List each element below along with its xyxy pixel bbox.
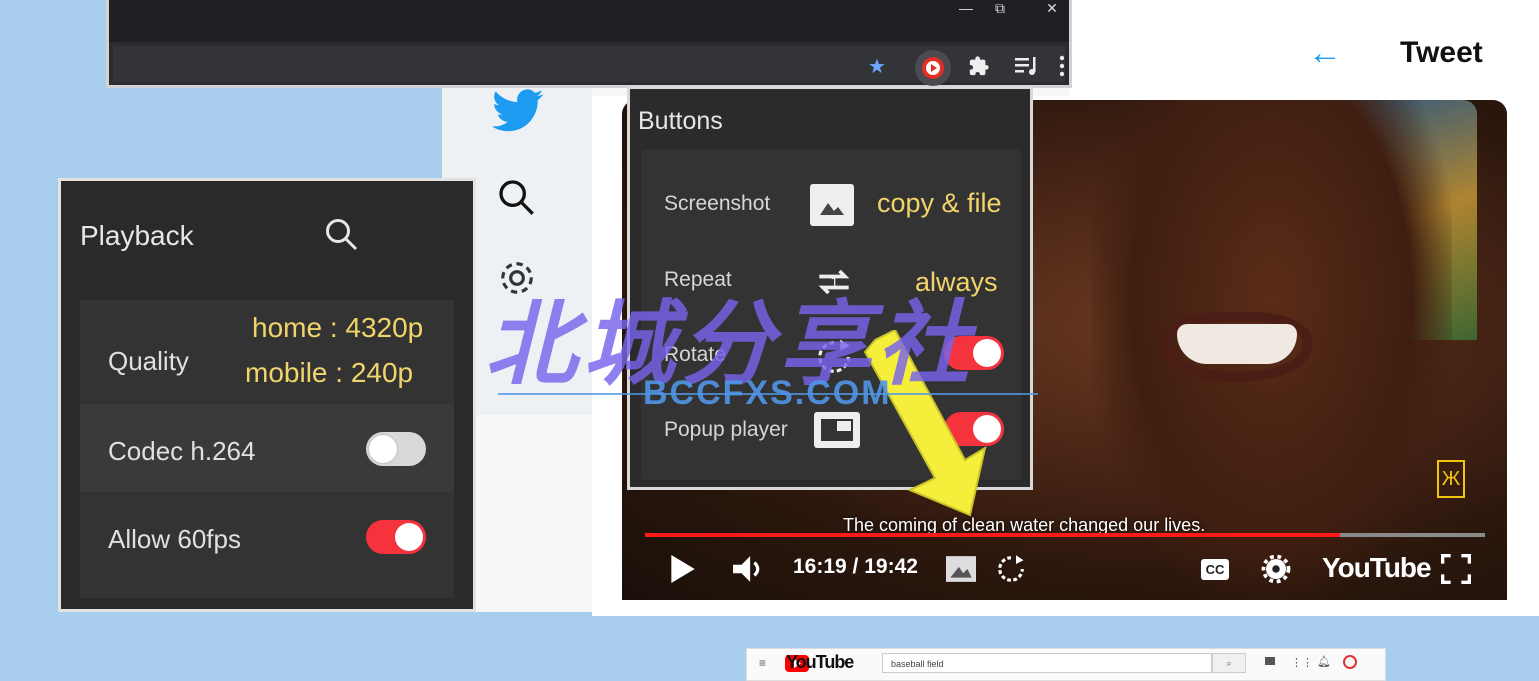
screenshot-icon[interactable] [944,552,978,586]
youtube-logo-small[interactable]: YouTube [786,652,854,673]
codec-toggle[interactable] [366,432,426,466]
restore-button[interactable]: ⧉ [985,0,1015,16]
fps-toggle[interactable] [366,520,426,554]
fps-row: Allow 60fps [80,492,454,580]
avatar[interactable] [1343,655,1357,669]
play-icon[interactable] [665,552,701,586]
back-arrow-icon[interactable]: ← [1308,34,1342,73]
fps-label: Allow 60fps [108,524,241,554]
settings-gear-icon[interactable] [1258,552,1294,586]
image-icon[interactable] [810,184,854,226]
panel-title: Buttons [638,107,723,135]
puzzle-icon[interactable] [967,54,991,78]
screenshot-value[interactable]: copy & file [877,188,1002,219]
tab-strip: — ⧉ ✕ [109,0,1069,42]
popup-player-icon[interactable] [814,412,860,448]
panel-title: Playback [80,220,194,251]
kebab-menu-icon[interactable] [1055,54,1069,78]
search-icon[interactable] [323,216,359,260]
quality-home-value[interactable]: home : 4320p [252,312,423,344]
camera-icon[interactable] [1265,657,1275,665]
watermark-url: BCCFXS.COM [643,374,892,412]
rotate-icon[interactable] [994,552,1028,586]
quality-mobile-value[interactable]: mobile : 240p [245,357,413,389]
browser-toolbar: ★ [113,46,1065,86]
browser-window: — ⧉ ✕ ★ [106,0,1072,88]
video-teeth [1177,324,1297,364]
video-time: 16:19 / 19:42 [793,555,918,578]
screenshot-label: Screenshot [664,192,771,215]
progress-bar-fill [645,533,1340,537]
star-icon[interactable]: ★ [865,54,889,78]
volume-icon[interactable] [730,552,766,586]
codec-label: Codec h.264 [108,436,256,466]
youtube-logo[interactable]: YouTube [1322,552,1432,584]
search-input[interactable]: baseball field [882,653,1212,673]
twitter-bird-icon[interactable] [492,89,544,133]
bell-icon[interactable]: 🔔︎ [1317,655,1331,668]
quality-label: Quality [108,346,189,376]
playlist-icon[interactable] [1015,54,1039,78]
cc-icon[interactable]: CC [1197,552,1233,586]
youtube-extension-icon[interactable] [915,50,951,86]
channel-badge-icon[interactable]: Ж [1437,460,1465,498]
hamburger-icon[interactable]: ≡ [759,656,766,670]
codec-row: Codec h.264 [80,404,454,492]
close-button[interactable]: ✕ [1037,0,1067,16]
search-icon[interactable] [496,177,536,217]
search-button-icon[interactable]: ⌕ [1212,653,1246,673]
cc-label: CC [1200,558,1230,580]
quality-row[interactable]: Quality home : 4320p mobile : 240p [80,300,454,404]
minimize-button[interactable]: — [951,0,981,16]
apps-grid-icon[interactable]: ⋮⋮ [1291,656,1313,669]
fullscreen-icon[interactable] [1438,552,1474,586]
popup-player-label: Popup player [664,418,788,441]
page-title: Tweet [1400,36,1483,69]
